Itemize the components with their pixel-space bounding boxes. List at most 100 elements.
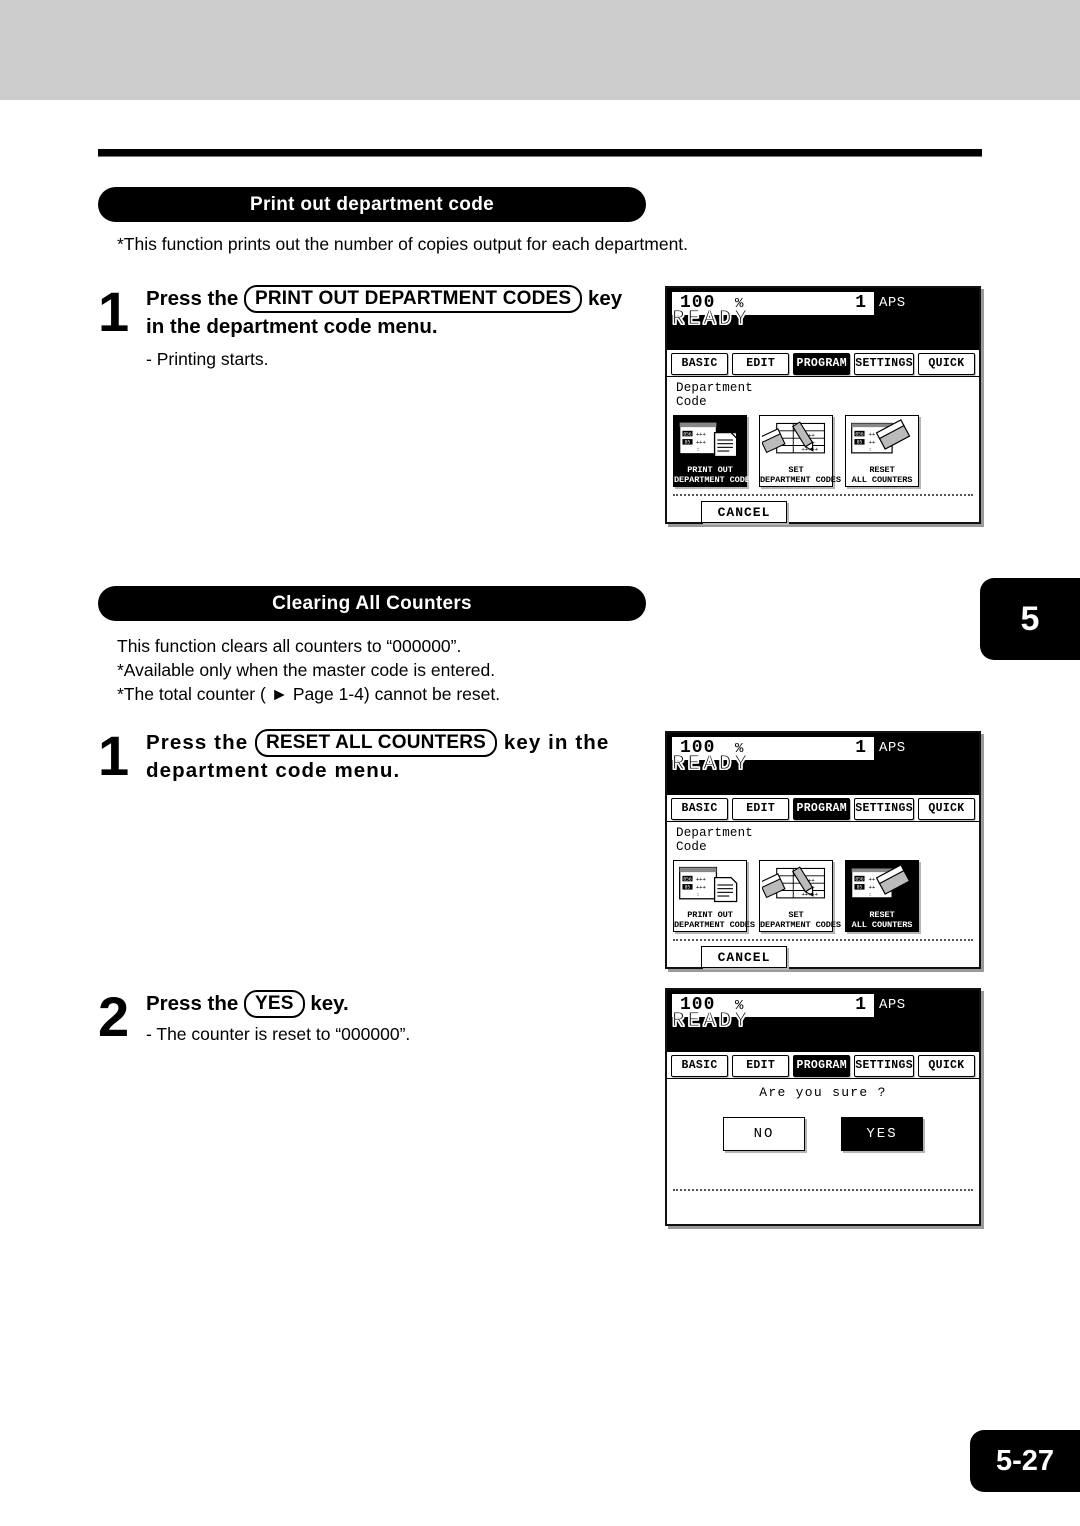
svg-text::: : bbox=[868, 447, 871, 453]
step-instruction-line1: Press the YES key. bbox=[146, 990, 410, 1018]
svg-text:++: ++ bbox=[869, 877, 876, 883]
print-out-icon: 056 05 +++ +++ : bbox=[676, 863, 744, 907]
section-heading-print-out: Print out department code bbox=[98, 187, 646, 222]
lcd-tab-basic[interactable]: BASIC bbox=[671, 1054, 729, 1077]
svg-text:+++: +++ bbox=[696, 885, 707, 891]
section-heading-label: Clearing All Counters bbox=[272, 592, 472, 614]
step-result-note: - Printing starts. bbox=[146, 349, 269, 369]
step-number: 1 bbox=[98, 724, 130, 787]
lcd-tab-basic[interactable]: BASIC bbox=[671, 352, 729, 375]
svg-text:056: 056 bbox=[683, 876, 692, 882]
header-rule bbox=[98, 149, 982, 157]
svg-text:+++: +++ bbox=[696, 432, 707, 438]
page-top-band bbox=[0, 0, 1080, 100]
keycap-yes[interactable]: YES bbox=[244, 990, 305, 1018]
svg-text:056: 056 bbox=[855, 876, 864, 882]
confirm-button-row: NO YES bbox=[667, 1117, 979, 1151]
lcd-button-reset-all-counters[interactable]: 056 05 ++ ++ : RESET ALL COUNTERS bbox=[845, 860, 919, 932]
section-note: *The total counter ( ► Page 1-4) cannot … bbox=[117, 684, 501, 704]
step-tail-text: key. bbox=[310, 992, 349, 1015]
lcd-screen-reset-all-counters[interactable]: 100 % 1 APS READY BASIC EDIT PROGRAM SET… bbox=[665, 731, 981, 969]
lcd-button-print-out-department-codes[interactable]: 056 05 +++ +++ : PRINT OUT DEPARTMENT CO… bbox=[673, 415, 755, 487]
lcd-tab-quick[interactable]: QUICK bbox=[917, 797, 975, 820]
lcd-status-bar: 100 % 1 APS READY bbox=[667, 288, 979, 350]
svg-text:05: 05 bbox=[685, 440, 691, 446]
lcd-tab-program[interactable]: PROGRAM bbox=[793, 797, 851, 820]
lcd-button-reset-all-counters[interactable]: 056 05 ++ ++ : RESET ALL COUNTERS bbox=[845, 415, 919, 487]
lcd-divider bbox=[673, 939, 973, 941]
lcd-tab-settings[interactable]: SETTINGS bbox=[854, 1054, 914, 1077]
step-lead-text: Press the bbox=[146, 731, 249, 754]
set-department-codes-icon: +++ +++ +++++ bbox=[762, 418, 830, 462]
lcd-tab-edit[interactable]: EDIT bbox=[732, 797, 790, 820]
section-note: *This function prints out the number of … bbox=[117, 234, 689, 254]
lcd-tab-settings[interactable]: SETTINGS bbox=[854, 797, 914, 820]
lcd-tab-basic[interactable]: BASIC bbox=[671, 797, 729, 820]
lcd-button-set-department-codes[interactable]: +++ +++ +++++ SET DEP bbox=[759, 860, 841, 932]
lcd-button-caption: SET DEPARTMENT CODES bbox=[760, 465, 841, 485]
lcd-menu-title: Department Code bbox=[676, 826, 754, 854]
lcd-tab-program[interactable]: PROGRAM bbox=[793, 352, 851, 375]
lcd-tab-quick[interactable]: QUICK bbox=[917, 1054, 975, 1077]
svg-text:++: ++ bbox=[869, 432, 876, 438]
lcd-copy-count: 1 bbox=[855, 738, 866, 758]
step-instruction-line1: Press the RESET ALL COUNTERS key in the bbox=[146, 729, 609, 757]
chapter-tab-label: 5 bbox=[1020, 599, 1040, 638]
lcd-screen-confirm[interactable]: 100 % 1 APS READY BASIC EDIT PROGRAM SET… bbox=[665, 988, 981, 1226]
lcd-tab-program[interactable]: PROGRAM bbox=[793, 1054, 851, 1077]
lcd-divider bbox=[673, 1189, 973, 1191]
svg-text:+++: +++ bbox=[696, 877, 707, 883]
confirm-no-button[interactable]: NO bbox=[723, 1117, 805, 1151]
lcd-icon-row: 056 05 +++ +++ : PRINT OUT DEPARTMENT CO… bbox=[673, 415, 919, 487]
lcd-cancel-button[interactable]: CANCEL bbox=[701, 501, 787, 523]
lcd-content-area: Department Code 056 05 +++ +++ : PRINT O… bbox=[667, 822, 979, 968]
lcd-paper-mode: APS bbox=[879, 997, 906, 1013]
lcd-button-caption: PRINT OUT DEPARTMENT CODES bbox=[674, 910, 755, 930]
step-result-note: - The counter is reset to “000000”. bbox=[146, 1024, 411, 1044]
section-heading-label: Print out department code bbox=[250, 193, 494, 215]
lcd-button-caption: RESET ALL COUNTERS bbox=[851, 465, 913, 485]
keycap-reset-all-counters[interactable]: RESET ALL COUNTERS bbox=[255, 729, 498, 757]
step-tail-text: key in the bbox=[503, 731, 610, 754]
lcd-tab-bar: BASIC EDIT PROGRAM SETTINGS QUICK bbox=[667, 350, 979, 377]
section-note: This function clears all counters to “00… bbox=[117, 636, 462, 656]
lcd-button-set-department-codes[interactable]: +++ +++ +++++ SET DEP bbox=[759, 415, 841, 487]
print-out-icon: 056 05 +++ +++ : bbox=[676, 418, 744, 462]
svg-text::: : bbox=[868, 892, 871, 898]
lcd-tab-edit[interactable]: EDIT bbox=[732, 1054, 790, 1077]
section-heading-clearing-all-counters: Clearing All Counters bbox=[98, 586, 646, 621]
svg-text:05: 05 bbox=[857, 440, 863, 446]
confirm-yes-button[interactable]: YES bbox=[841, 1117, 923, 1151]
lcd-tab-settings[interactable]: SETTINGS bbox=[854, 352, 914, 375]
chapter-tab: 5 bbox=[980, 578, 1080, 660]
step-lead-text: Press the bbox=[146, 992, 239, 1015]
lcd-menu-title: Department Code bbox=[676, 381, 754, 409]
lcd-tab-quick[interactable]: QUICK bbox=[917, 352, 975, 375]
svg-text:056: 056 bbox=[683, 431, 692, 437]
step-instruction-line1: Press the PRINT OUT DEPARTMENT CODES key bbox=[146, 285, 622, 313]
lcd-copy-count: 1 bbox=[855, 293, 866, 313]
lcd-cancel-button[interactable]: CANCEL bbox=[701, 946, 787, 968]
step-instruction-line2: department code menu. bbox=[146, 759, 401, 782]
lcd-tab-bar: BASIC EDIT PROGRAM SETTINGS QUICK bbox=[667, 795, 979, 822]
section-note: *Available only when the master code is … bbox=[117, 660, 496, 680]
lcd-button-caption: SET DEPARTMENT CODES bbox=[760, 910, 841, 930]
lcd-divider bbox=[673, 494, 973, 496]
lcd-copy-count: 1 bbox=[855, 995, 866, 1015]
keycap-print-out-department-codes[interactable]: PRINT OUT DEPARTMENT CODES bbox=[244, 285, 583, 313]
lcd-button-caption: RESET ALL COUNTERS bbox=[851, 910, 913, 930]
lcd-paper-mode: APS bbox=[879, 295, 906, 311]
lcd-content-area: Department Code 056 05 +++ +++ : PRINT O… bbox=[667, 377, 979, 523]
step-number: 2 bbox=[98, 985, 130, 1048]
lcd-screen-print-out[interactable]: 100 % 1 APS READY BASIC EDIT PROGRAM SET… bbox=[665, 286, 981, 524]
lcd-icon-row: 056 05 +++ +++ : PRINT OUT DEPARTMENT CO… bbox=[673, 860, 919, 932]
lcd-tab-edit[interactable]: EDIT bbox=[732, 352, 790, 375]
svg-text::: : bbox=[696, 892, 699, 898]
step-tail-text: key bbox=[587, 287, 623, 310]
step-lead-text: Press the bbox=[146, 287, 239, 310]
step-instruction-line2: in the department code menu. bbox=[146, 315, 438, 338]
svg-text:++: ++ bbox=[869, 440, 876, 446]
lcd-tab-bar: BASIC EDIT PROGRAM SETTINGS QUICK bbox=[667, 1052, 979, 1079]
svg-text::: : bbox=[696, 447, 699, 453]
lcd-button-print-out-department-codes[interactable]: 056 05 +++ +++ : PRINT OUT DEPARTMENT CO… bbox=[673, 860, 755, 932]
